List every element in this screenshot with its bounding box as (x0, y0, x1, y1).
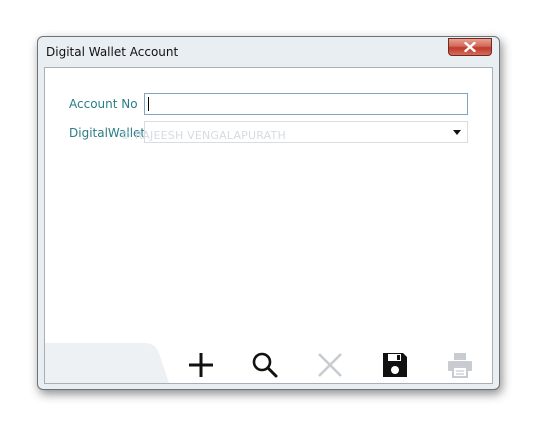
close-button[interactable] (448, 38, 492, 56)
dialog-window: Digital Wallet Account Account No Digita… (37, 36, 500, 390)
account-no-input[interactable] (144, 93, 468, 115)
x-icon (318, 353, 342, 377)
watermark: © RAJEESH VENGALAPURATH (120, 129, 286, 142)
account-no-label: Account No (69, 97, 138, 111)
plus-icon (189, 353, 213, 377)
delete-button[interactable] (314, 349, 346, 381)
client-area: Account No DigitalWallet © RAJEESH VENGA… (44, 67, 493, 384)
floppy-disk-icon (383, 353, 407, 377)
text-caret (148, 97, 149, 111)
magnifier-icon (252, 352, 278, 378)
window-title: Digital Wallet Account (46, 45, 179, 59)
dropdown-arrow-icon (453, 130, 461, 135)
printer-icon (448, 353, 472, 378)
add-button[interactable] (185, 349, 217, 381)
save-button[interactable] (379, 349, 411, 381)
print-button[interactable] (444, 349, 476, 381)
title-bar[interactable]: Digital Wallet Account (38, 37, 499, 67)
search-button[interactable] (249, 349, 281, 381)
close-icon (464, 42, 476, 52)
